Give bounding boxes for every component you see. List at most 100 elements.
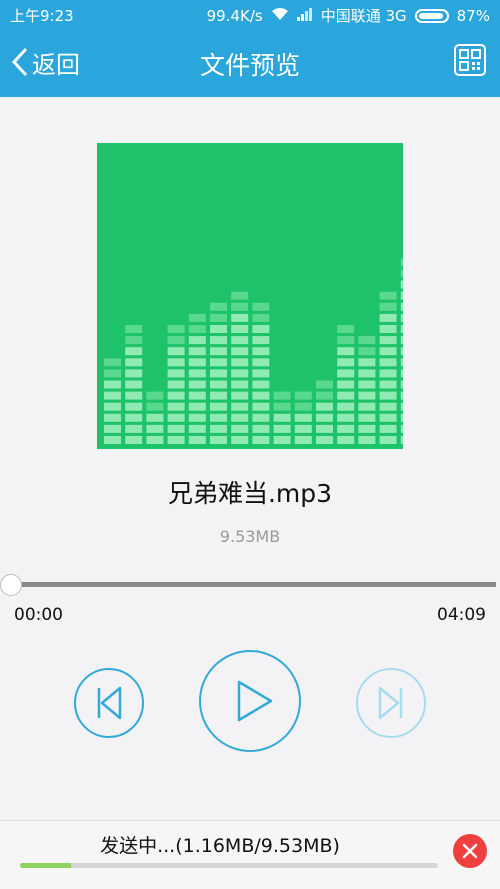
file-size: 9.53MB [219,527,281,546]
total-time: 04:09 [437,605,486,625]
equalizer-segment [188,424,206,433]
equalizer-segment [125,325,143,333]
equalizer-segment [379,380,397,389]
equalizer-segment [231,358,249,367]
equalizer-segment [400,391,403,400]
network-speed: 99.4K/s [206,6,263,25]
equalizer-segment [316,391,333,400]
equalizer-segment [231,313,249,322]
current-time: 00:00 [14,605,63,625]
equalizer-segment [316,424,333,433]
equalizer-segment [252,336,270,345]
equalizer-segment [273,424,291,433]
equalizer-segment [146,402,164,411]
skip-previous-icon [97,686,122,720]
equalizer-segment [337,424,355,433]
equalizer-segment [125,391,143,400]
transfer-progress-bar [20,863,438,868]
equalizer-segment [379,336,397,345]
equalizer-segment [167,347,185,356]
equalizer-segment [379,347,397,356]
equalizer-segment [358,424,376,433]
equalizer-segment [167,424,185,433]
previous-button[interactable] [74,668,144,738]
equalizer-segment [125,402,143,411]
equalizer-segment [400,369,403,378]
equalizer-segment [400,380,403,389]
equalizer-segment [188,347,206,356]
equalizer-segment [125,424,143,433]
equalizer-segment [252,302,270,311]
equalizer-segment [379,413,397,422]
equalizer-segment [252,436,270,444]
equalizer-segment [358,369,376,378]
equalizer-segment [337,436,355,444]
equalizer-segment [358,391,376,400]
equalizer-segment [400,436,403,444]
equalizer-segment [400,269,403,278]
equalizer-segment [252,325,270,333]
signal-icon [296,7,313,25]
equalizer-segment [400,347,403,356]
equalizer-segment [125,380,143,389]
equalizer-segment [188,313,206,322]
play-icon [237,680,273,722]
equalizer-segment [379,369,397,378]
next-button[interactable] [356,668,426,738]
equalizer-segment [400,291,403,300]
equalizer-segment [273,402,291,411]
equalizer-segment [210,391,227,400]
equalizer-segment [104,391,121,400]
equalizer-segment [252,347,270,356]
equalizer-segment [252,402,270,411]
equalizer-segment [400,413,403,422]
equalizer-segment [400,313,403,322]
equalizer-segment [104,402,121,411]
nav-bar: 返回 文件预览 [0,28,500,97]
equalizer-segment [400,302,403,311]
qr-code-button[interactable] [454,44,486,76]
equalizer-segment [167,380,185,389]
equalizer-segment [294,402,312,411]
equalizer-segment [358,436,376,444]
equalizer-segment [167,391,185,400]
seek-thumb[interactable] [0,574,22,596]
equalizer-segment [231,369,249,378]
equalizer-segment [167,325,185,333]
equalizer-segment [358,358,376,367]
seek-bar[interactable] [10,582,496,587]
equalizer-segment [188,391,206,400]
equalizer-segment [337,347,355,356]
status-bar: 上午9:23 99.4K/s 中国联通 3G 87% [0,0,500,28]
album-cover [97,143,403,449]
equalizer-segment [210,325,227,333]
status-time: 上午9:23 [10,7,74,25]
cancel-transfer-button[interactable] [453,834,487,868]
equalizer-segment [210,302,227,311]
equalizer-segment [231,336,249,345]
equalizer-segment [104,380,121,389]
equalizer-segment [188,336,206,345]
equalizer-segment [252,358,270,367]
equalizer-segment [273,413,291,422]
equalizer-segment [167,436,185,444]
equalizer-segment [252,380,270,389]
equalizer-segment [188,369,206,378]
equalizer-segment [379,436,397,444]
equalizer-icon [104,258,403,444]
file-name: 兄弟难当.mp3 [167,479,333,508]
equalizer-segment [273,436,291,444]
equalizer-segment [188,380,206,389]
equalizer-segment [316,380,333,389]
battery-icon [414,8,449,23]
equalizer-segment [358,336,376,345]
equalizer-segment [252,413,270,422]
equalizer-segment [400,358,403,367]
play-button[interactable] [199,650,301,752]
status-right: 99.4K/s 中国联通 3G 87% [207,5,490,26]
equalizer-segment [167,413,185,422]
equalizer-segment [294,424,312,433]
equalizer-segment [400,336,403,345]
equalizer-segment [210,413,227,422]
equalizer-segment [188,413,206,422]
